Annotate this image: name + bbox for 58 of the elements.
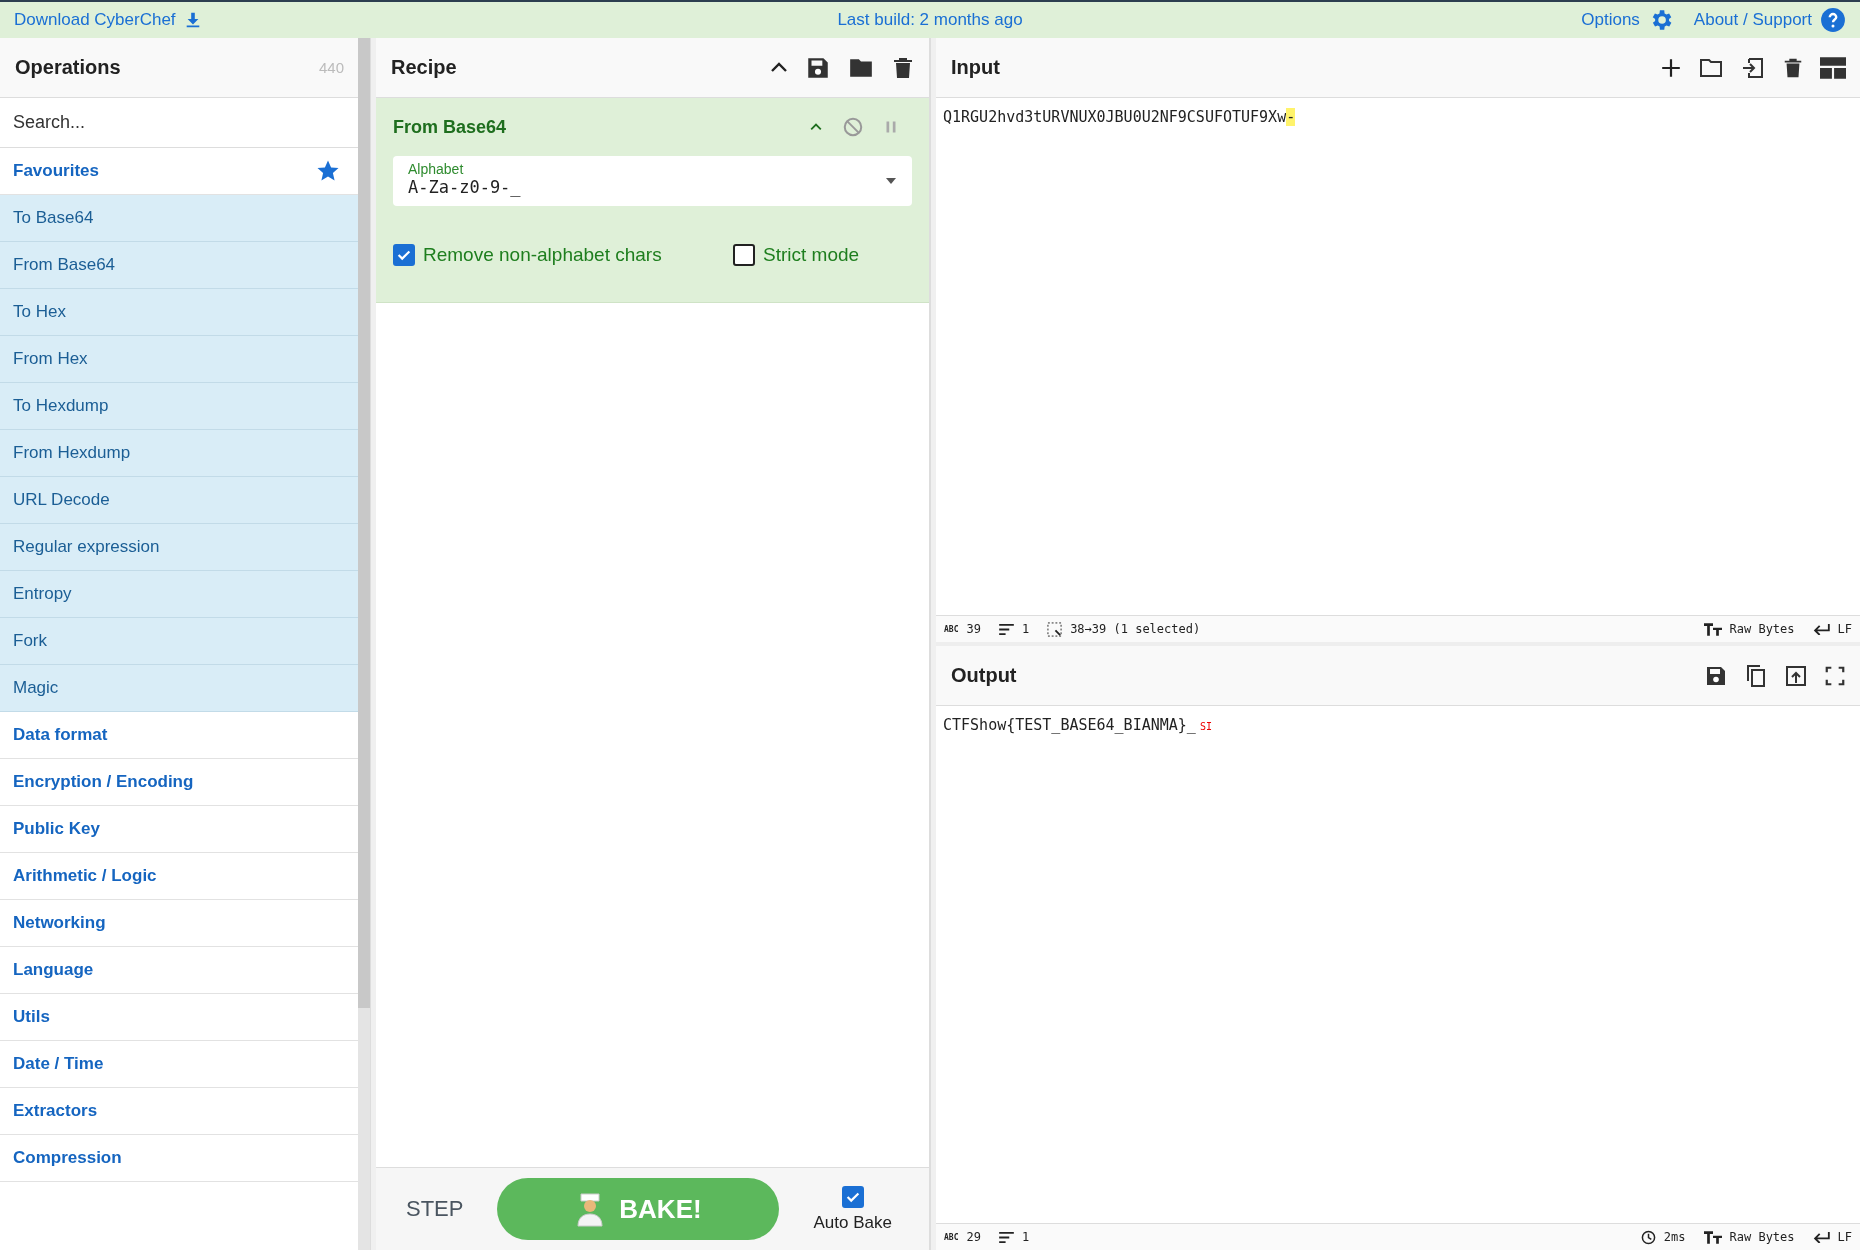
upload-icon[interactable]	[1784, 663, 1808, 688]
text-size-icon[interactable]	[1703, 1230, 1722, 1244]
layout-icon[interactable]	[1820, 56, 1846, 79]
selection-range: 38→39 (1 selected)	[1070, 622, 1201, 636]
operation-item[interactable]: To Hex	[0, 289, 358, 336]
sign-in-icon[interactable]	[1740, 55, 1766, 80]
characters-label: ABC	[944, 624, 959, 634]
chef-icon	[575, 1191, 606, 1227]
operation-item[interactable]: To Base64	[0, 195, 358, 242]
return-icon[interactable]	[1812, 1231, 1830, 1243]
download-link[interactable]: Download CyberChef	[14, 10, 202, 30]
operation-item[interactable]: From Hexdump	[0, 430, 358, 477]
lines-icon	[998, 1231, 1014, 1243]
operation-name: From Base64	[393, 116, 507, 138]
operation-item[interactable]: Fork	[0, 618, 358, 665]
operations-count: 440	[318, 59, 344, 76]
line-count: 1	[1021, 622, 1030, 636]
bake-time: 2ms	[1663, 1230, 1686, 1244]
plus-icon[interactable]	[1660, 56, 1682, 79]
encoding-label[interactable]: Raw Bytes	[1729, 622, 1795, 636]
character-count: 29	[966, 1230, 981, 1244]
build-info: Last build: 2 months ago	[837, 10, 1023, 30]
return-icon[interactable]	[1812, 623, 1830, 635]
output-text: CTFShow{TEST_BASE64_BIANMA}_ SI	[943, 716, 1212, 734]
characters-label: ABC	[944, 1232, 959, 1242]
input-title: Input	[951, 56, 1000, 79]
fullscreen-icon[interactable]	[1824, 664, 1846, 687]
line-ending-label[interactable]: LF	[1837, 622, 1852, 636]
operation-item[interactable]: To Hexdump	[0, 383, 358, 430]
star-icon	[316, 159, 340, 183]
auto-bake-checkbox[interactable]: Auto Bake	[813, 1185, 892, 1233]
step-button[interactable]: STEP	[406, 1196, 464, 1222]
operation-item[interactable]: Entropy	[0, 571, 358, 618]
selection-icon	[1047, 621, 1063, 637]
output-title: Output	[951, 664, 1017, 687]
about-support-link[interactable]: About / Support	[1693, 7, 1846, 33]
options-link[interactable]: Options	[1581, 7, 1674, 33]
line-ending-label[interactable]: LF	[1837, 1230, 1852, 1244]
operation-item[interactable]: From Hex	[0, 336, 358, 383]
operations-title: Operations	[15, 56, 121, 79]
operation-item[interactable]: URL Decode	[0, 477, 358, 524]
encoding-label[interactable]: Raw Bytes	[1729, 1230, 1795, 1244]
copy-icon[interactable]	[1744, 662, 1768, 689]
checkbox-option[interactable]: Strict mode	[733, 244, 860, 266]
character-count: 39	[966, 622, 981, 636]
line-count: 1	[1021, 1230, 1030, 1244]
operation-item[interactable]: Magic	[0, 665, 358, 712]
operation-item[interactable]: Regular expression	[0, 524, 358, 571]
recipe-title: Recipe	[391, 56, 457, 79]
checkbox-option[interactable]: Remove non-alphabet chars	[393, 244, 693, 266]
clock-icon	[1640, 1229, 1656, 1245]
lines-icon	[998, 623, 1014, 635]
operation-item[interactable]: From Base64	[0, 242, 358, 289]
caret-icon	[886, 178, 896, 184]
text-size-icon[interactable]	[1703, 622, 1722, 636]
alphabet-dropdown[interactable]: Alphabet A-Za-z0-9-_	[393, 156, 912, 206]
help-icon	[1820, 7, 1846, 33]
input-text[interactable]: Q1RGU2hvd3tURVNUX0JBU0U2NF9CSUFOTUF9Xw-	[943, 108, 1296, 126]
